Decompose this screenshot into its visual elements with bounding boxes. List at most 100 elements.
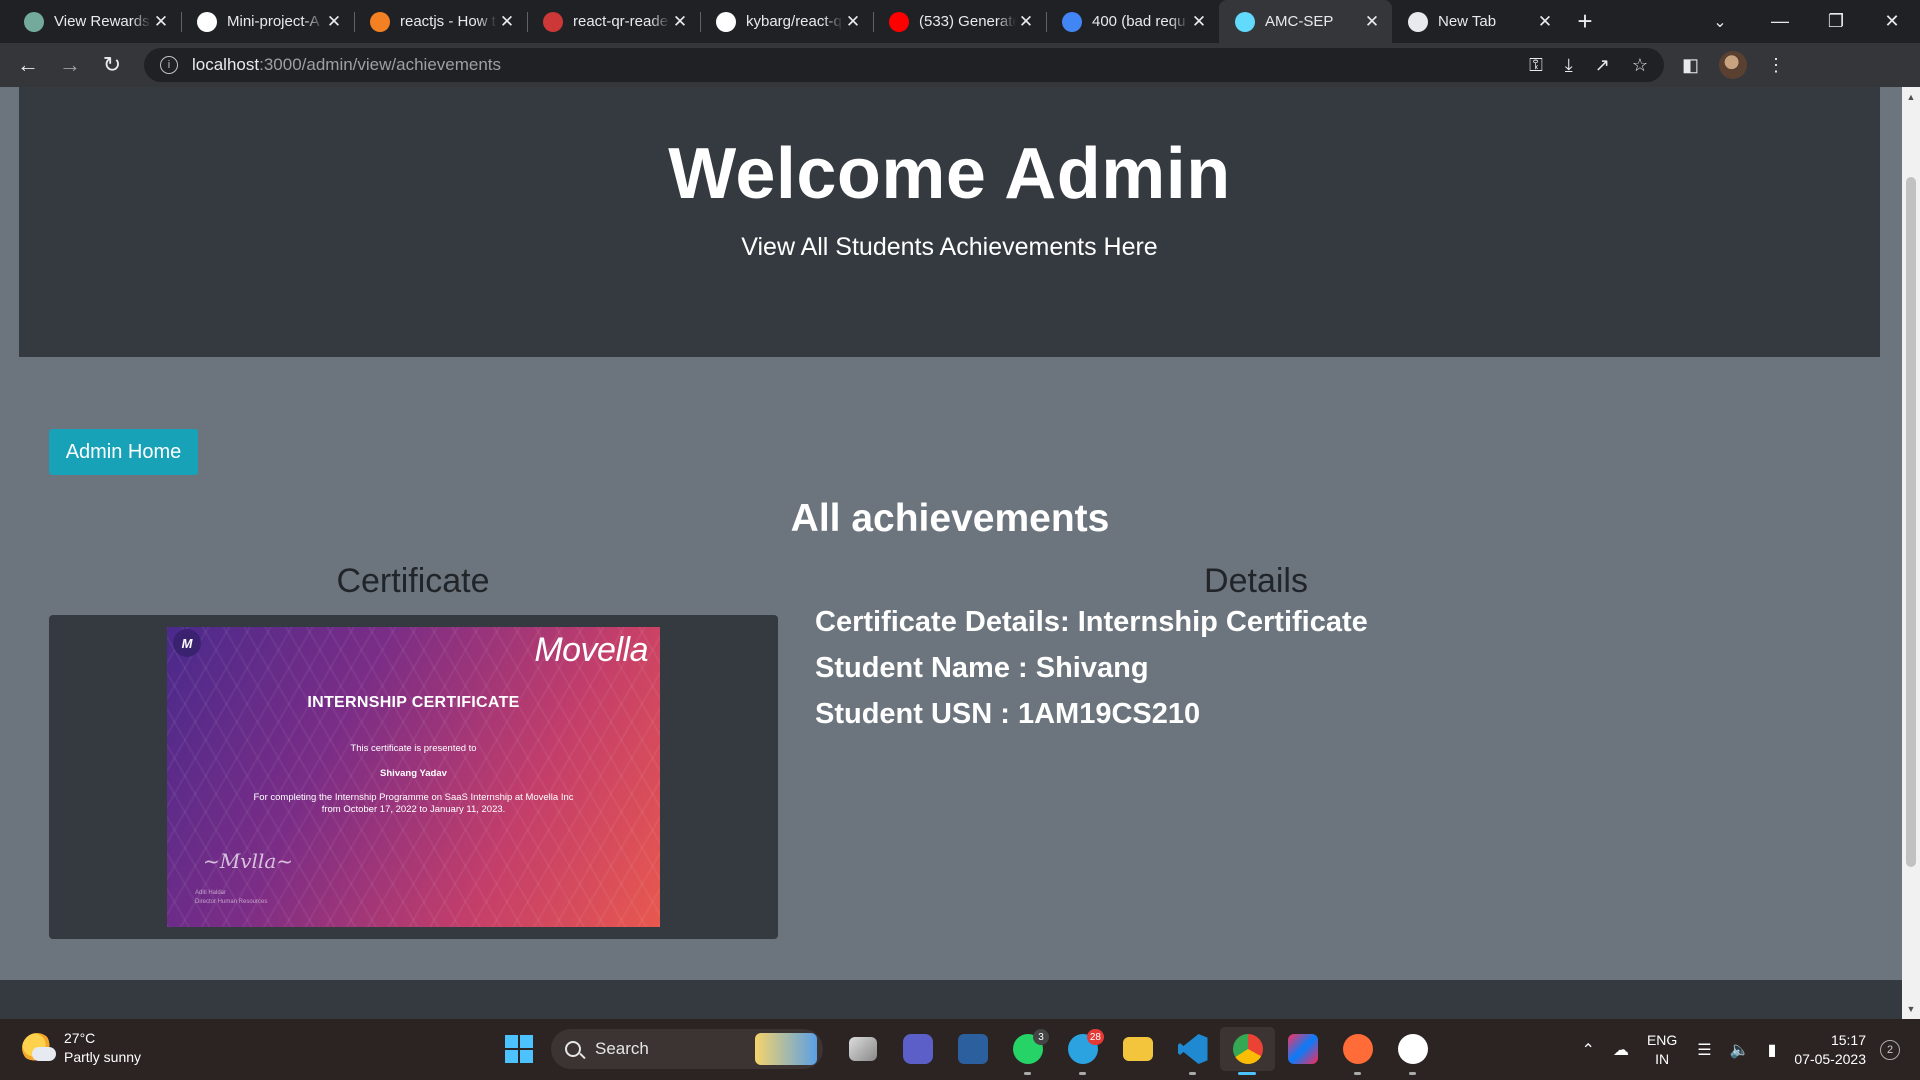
vscode-icon[interactable] <box>1165 1027 1220 1075</box>
close-tab-icon[interactable]: ✕ <box>1535 12 1555 32</box>
clock-date: 07-05-2023 <box>1794 1050 1866 1067</box>
student-usn-text: Student USN : 1AM19CS210 <box>815 698 1201 730</box>
browser-tab[interactable]: New Tab ✕ <box>1392 0 1565 43</box>
powershell-icon[interactable] <box>945 1027 1000 1071</box>
volume-icon[interactable]: 🔈 <box>1730 1040 1750 1060</box>
browser-tab[interactable]: kybarg/react-q ✕ <box>700 0 873 43</box>
wifi-icon[interactable]: ☰ <box>1697 1040 1711 1060</box>
tab-label: reactjs - How t <box>400 13 496 30</box>
intellij-icon[interactable] <box>1275 1027 1330 1071</box>
search-highlight-icon <box>755 1033 817 1065</box>
restore-icon[interactable]: ❐ <box>1808 0 1864 43</box>
page-scrollbar[interactable]: ▲ ▼ <box>1902 87 1920 1019</box>
youtube-icon <box>889 11 909 32</box>
scroll-down-arrow-icon[interactable]: ▼ <box>1902 1001 1920 1017</box>
search-icon <box>565 1041 581 1057</box>
browser-tab[interactable]: reactjs - How t ✕ <box>354 0 527 43</box>
taskbar-search[interactable]: Search <box>551 1029 823 1069</box>
browser-tab[interactable]: react-qr-reade ✕ <box>527 0 700 43</box>
close-window-icon[interactable]: ✕ <box>1864 0 1920 43</box>
forward-arrow-icon[interactable]: → <box>50 45 90 85</box>
certificate-title: INTERNSHIP CERTIFICATE <box>307 694 520 711</box>
weather-widget[interactable]: 27°C Partly sunny <box>22 1029 141 1067</box>
share-icon[interactable]: ↗ <box>1595 55 1610 76</box>
key-icon[interactable]: ⚿ <box>1529 55 1543 76</box>
url-host: localhost <box>192 55 260 74</box>
mongodb-compass-icon[interactable] <box>1385 1027 1440 1075</box>
tab-search-chevron-icon[interactable]: ⌄ <box>1700 0 1740 43</box>
browser-tab[interactable]: View Rewards ✕ <box>8 0 181 43</box>
tab-label: AMC-SEP <box>1265 13 1334 30</box>
tab-label: New Tab <box>1438 13 1497 30</box>
certificate-recipient: Shivang Yadav <box>380 768 447 779</box>
tab-list: View Rewards ✕ Mini-project-A ✕ reactjs - Ho… <box>8 0 1565 43</box>
language-indicator[interactable]: ENG IN <box>1647 1031 1677 1069</box>
tab-label: (533) Generate <box>919 13 1016 30</box>
browser-tab[interactable]: AMC-SEP ✕ <box>1219 0 1392 43</box>
profile-avatar[interactable] <box>1719 51 1748 79</box>
movella-logo-mark-icon: M <box>173 629 201 657</box>
close-tab-icon[interactable]: ✕ <box>1362 12 1382 32</box>
tab-label: View Rewards <box>54 13 150 30</box>
new-tab-button[interactable]: + <box>1565 0 1605 43</box>
language-code: ENG <box>1646 1031 1678 1048</box>
battery-icon[interactable]: ▮ <box>1768 1040 1777 1060</box>
certificate-body-line-2: from October 17, 2022 to January 11, 202… <box>321 804 506 815</box>
scrollbar-thumb[interactable] <box>1906 177 1916 867</box>
browser-tab[interactable]: 400 (bad requ ✕ <box>1046 0 1219 43</box>
react-icon <box>1235 11 1255 32</box>
partly-sunny-icon <box>22 1033 56 1063</box>
jumbotron: Welcome Admin View All Students Achievem… <box>19 87 1880 357</box>
tab-label: 400 (bad requ <box>1092 13 1186 30</box>
admin-home-button[interactable]: Admin Home <box>49 429 198 475</box>
certificate-details-text: Certificate Details: Internship Certific… <box>815 606 1368 638</box>
tab-label: react-qr-reade <box>573 13 669 30</box>
weather-condition: Partly sunny <box>64 1049 142 1065</box>
region-code: IN <box>1655 1050 1670 1067</box>
chrome-icon <box>1408 11 1428 32</box>
browser-tab[interactable]: (533) Generate ✕ <box>873 0 1046 43</box>
install-icon[interactable]: ⤓ <box>1565 55 1573 76</box>
chrome-icon[interactable] <box>1220 1027 1275 1075</box>
close-tab-icon[interactable]: ✕ <box>497 12 517 32</box>
reload-icon[interactable]: ↻ <box>92 45 132 85</box>
back-arrow-icon[interactable]: ← <box>8 45 48 85</box>
close-tab-icon[interactable]: ✕ <box>324 12 344 32</box>
github-icon <box>197 11 217 32</box>
close-tab-icon[interactable]: ✕ <box>843 12 863 32</box>
certificate-column-heading: Certificate <box>336 562 490 600</box>
system-tray: ⌃ ☁ ENG IN ☰ 🔈 ▮ 15:17 07-05-2023 2 <box>1582 1019 1920 1080</box>
menu-kebab-icon[interactable]: ⋮ <box>1767 55 1785 76</box>
browser-tab[interactable]: Mini-project-A ✕ <box>181 0 354 43</box>
close-tab-icon[interactable]: ✕ <box>670 12 690 32</box>
weather-temperature: 27°C <box>64 1030 96 1046</box>
show-hidden-icons-chevron-icon[interactable]: ⌃ <box>1582 1040 1595 1060</box>
side-panel-icon[interactable]: ◧ <box>1682 55 1699 76</box>
windows-start-icon[interactable] <box>497 1027 541 1071</box>
tab-label: Mini-project-A <box>227 13 320 30</box>
scroll-up-arrow-icon[interactable]: ▲ <box>1902 89 1920 105</box>
clock[interactable]: 15:17 07-05-2023 <box>1794 1031 1866 1069</box>
notification-count-badge[interactable]: 2 <box>1880 1039 1900 1060</box>
google-icon <box>1062 11 1082 32</box>
site-info-icon[interactable]: i <box>160 56 178 74</box>
windows-taskbar: 27°C Partly sunny Search 3 28 ⌃ ☁ ENG IN… <box>0 1019 1920 1080</box>
close-tab-icon[interactable]: ✕ <box>151 12 171 32</box>
teams-chat-icon[interactable] <box>890 1027 945 1071</box>
bookmark-star-icon[interactable]: ☆ <box>1632 55 1648 76</box>
close-tab-icon[interactable]: ✕ <box>1016 12 1036 32</box>
browser-tab-strip: View Rewards ✕ Mini-project-A ✕ reactjs - Ho… <box>0 0 1920 43</box>
onedrive-cloud-icon[interactable]: ☁ <box>1613 1040 1629 1060</box>
minimize-icon[interactable]: — <box>1752 0 1808 43</box>
postman-icon[interactable] <box>1330 1027 1385 1075</box>
hero-subtitle: View All Students Achievements Here <box>741 233 1158 261</box>
whatsapp-icon[interactable]: 3 <box>1000 1027 1055 1075</box>
address-bar[interactable]: i localhost:3000/admin/view/achievements… <box>144 48 1664 82</box>
task-view-icon[interactable] <box>835 1027 890 1071</box>
close-tab-icon[interactable]: ✕ <box>1189 12 1209 32</box>
section-title: All achievements <box>790 497 1110 540</box>
certificate-signer-role: Director Human Resources <box>195 899 268 905</box>
file-explorer-icon[interactable] <box>1110 1027 1165 1071</box>
telegram-icon[interactable]: 28 <box>1055 1027 1110 1075</box>
clock-time: 15:17 <box>1830 1031 1866 1048</box>
